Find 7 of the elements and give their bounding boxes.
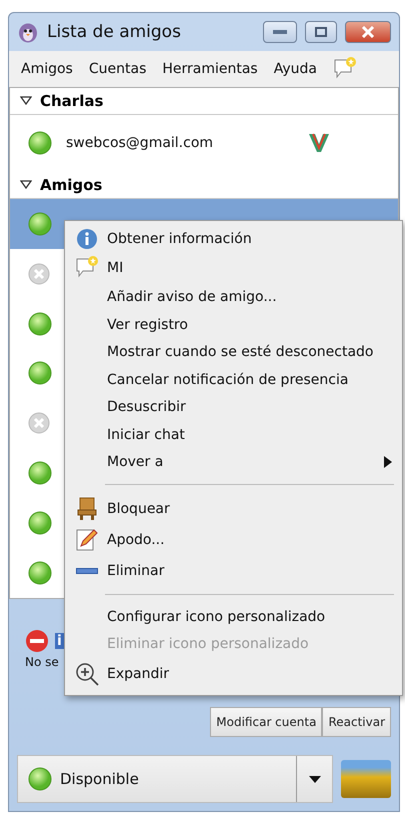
- window-title: Lista de amigos: [47, 22, 182, 42]
- status-value: Disponible: [60, 770, 140, 788]
- account-error-message: No se: [25, 655, 60, 669]
- group-name: Charlas: [40, 92, 104, 110]
- account-error-title: i: [55, 633, 64, 649]
- group-name: Amigos: [40, 176, 102, 194]
- buddy-name: swebcos@gmail.com: [66, 135, 214, 152]
